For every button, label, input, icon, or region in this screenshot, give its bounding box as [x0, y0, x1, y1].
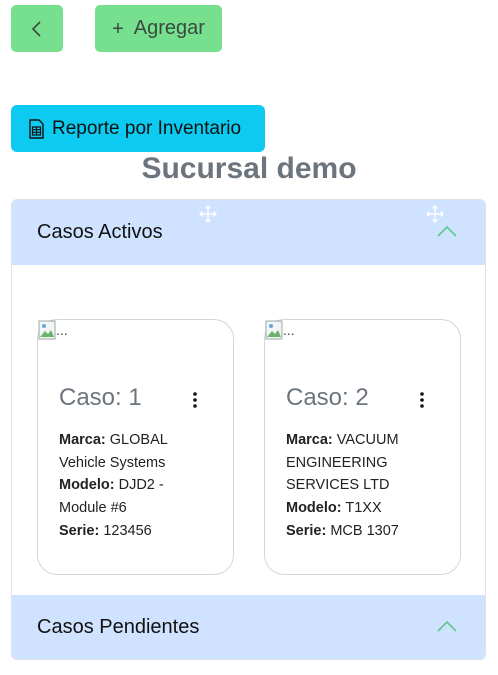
broken-image-icon	[265, 320, 283, 340]
move-icon[interactable]	[198, 204, 218, 224]
serie-label: Serie:	[286, 522, 327, 539]
add-button-label: Agregar	[133, 17, 205, 39]
case-title: Caso: 1	[59, 384, 142, 411]
accordion-header-casos-pendientes[interactable]: Casos Pendientes	[12, 595, 485, 659]
report-inventory-button[interactable]: Reporte por Inventario	[11, 105, 265, 152]
case-card[interactable]: ... Caso: 1 Marca: GLOBAL Vehicle System…	[37, 319, 234, 575]
serie-label: Serie:	[59, 522, 100, 539]
cases-accordion: Casos Activos ... Caso: 1 Marca: GLOBAL …	[11, 199, 486, 660]
case-image: ...	[38, 320, 68, 340]
case-image: ...	[265, 320, 295, 340]
file-spreadsheet-icon	[29, 118, 44, 139]
modelo-value: T1XX	[345, 500, 382, 517]
case-details: Marca: GLOBAL Vehicle Systems Modelo: DJ…	[59, 429, 209, 543]
chevron-up-icon[interactable]	[436, 224, 458, 238]
back-button[interactable]	[11, 5, 63, 52]
case-details: Marca: VACUUM ENGINEERING SERVICES LTD M…	[286, 429, 436, 543]
marca-label: Marca:	[59, 432, 106, 448]
accordion-header-label: Casos Pendientes	[37, 616, 200, 638]
more-vertical-icon[interactable]	[192, 390, 198, 410]
plus-icon: +	[112, 17, 124, 40]
report-button-label: Reporte por Inventario	[52, 117, 242, 139]
accordion-header-label: Casos Activos	[37, 221, 163, 243]
page-title: Sucursal demo	[141, 152, 357, 185]
case-card[interactable]: ... Caso: 2 Marca: VACUUM ENGINEERING SE…	[264, 319, 461, 575]
add-button[interactable]: + Agregar	[95, 5, 222, 52]
move-icon[interactable]	[425, 204, 445, 224]
accordion-header-casos-activos[interactable]: Casos Activos	[12, 200, 485, 265]
marca-label: Marca:	[286, 432, 333, 448]
modelo-label: Modelo:	[59, 477, 115, 494]
modelo-label: Modelo:	[286, 500, 342, 517]
more-vertical-icon[interactable]	[419, 390, 425, 410]
serie-value: MCB 1307	[330, 522, 399, 539]
case-title: Caso: 2	[286, 384, 369, 411]
case-image-alt: ...	[56, 322, 68, 338]
serie-value: 123456	[103, 522, 152, 539]
chevron-left-icon	[31, 20, 41, 37]
chevron-up-icon[interactable]	[436, 619, 458, 633]
broken-image-icon	[38, 320, 56, 340]
case-image-alt: ...	[283, 322, 295, 338]
